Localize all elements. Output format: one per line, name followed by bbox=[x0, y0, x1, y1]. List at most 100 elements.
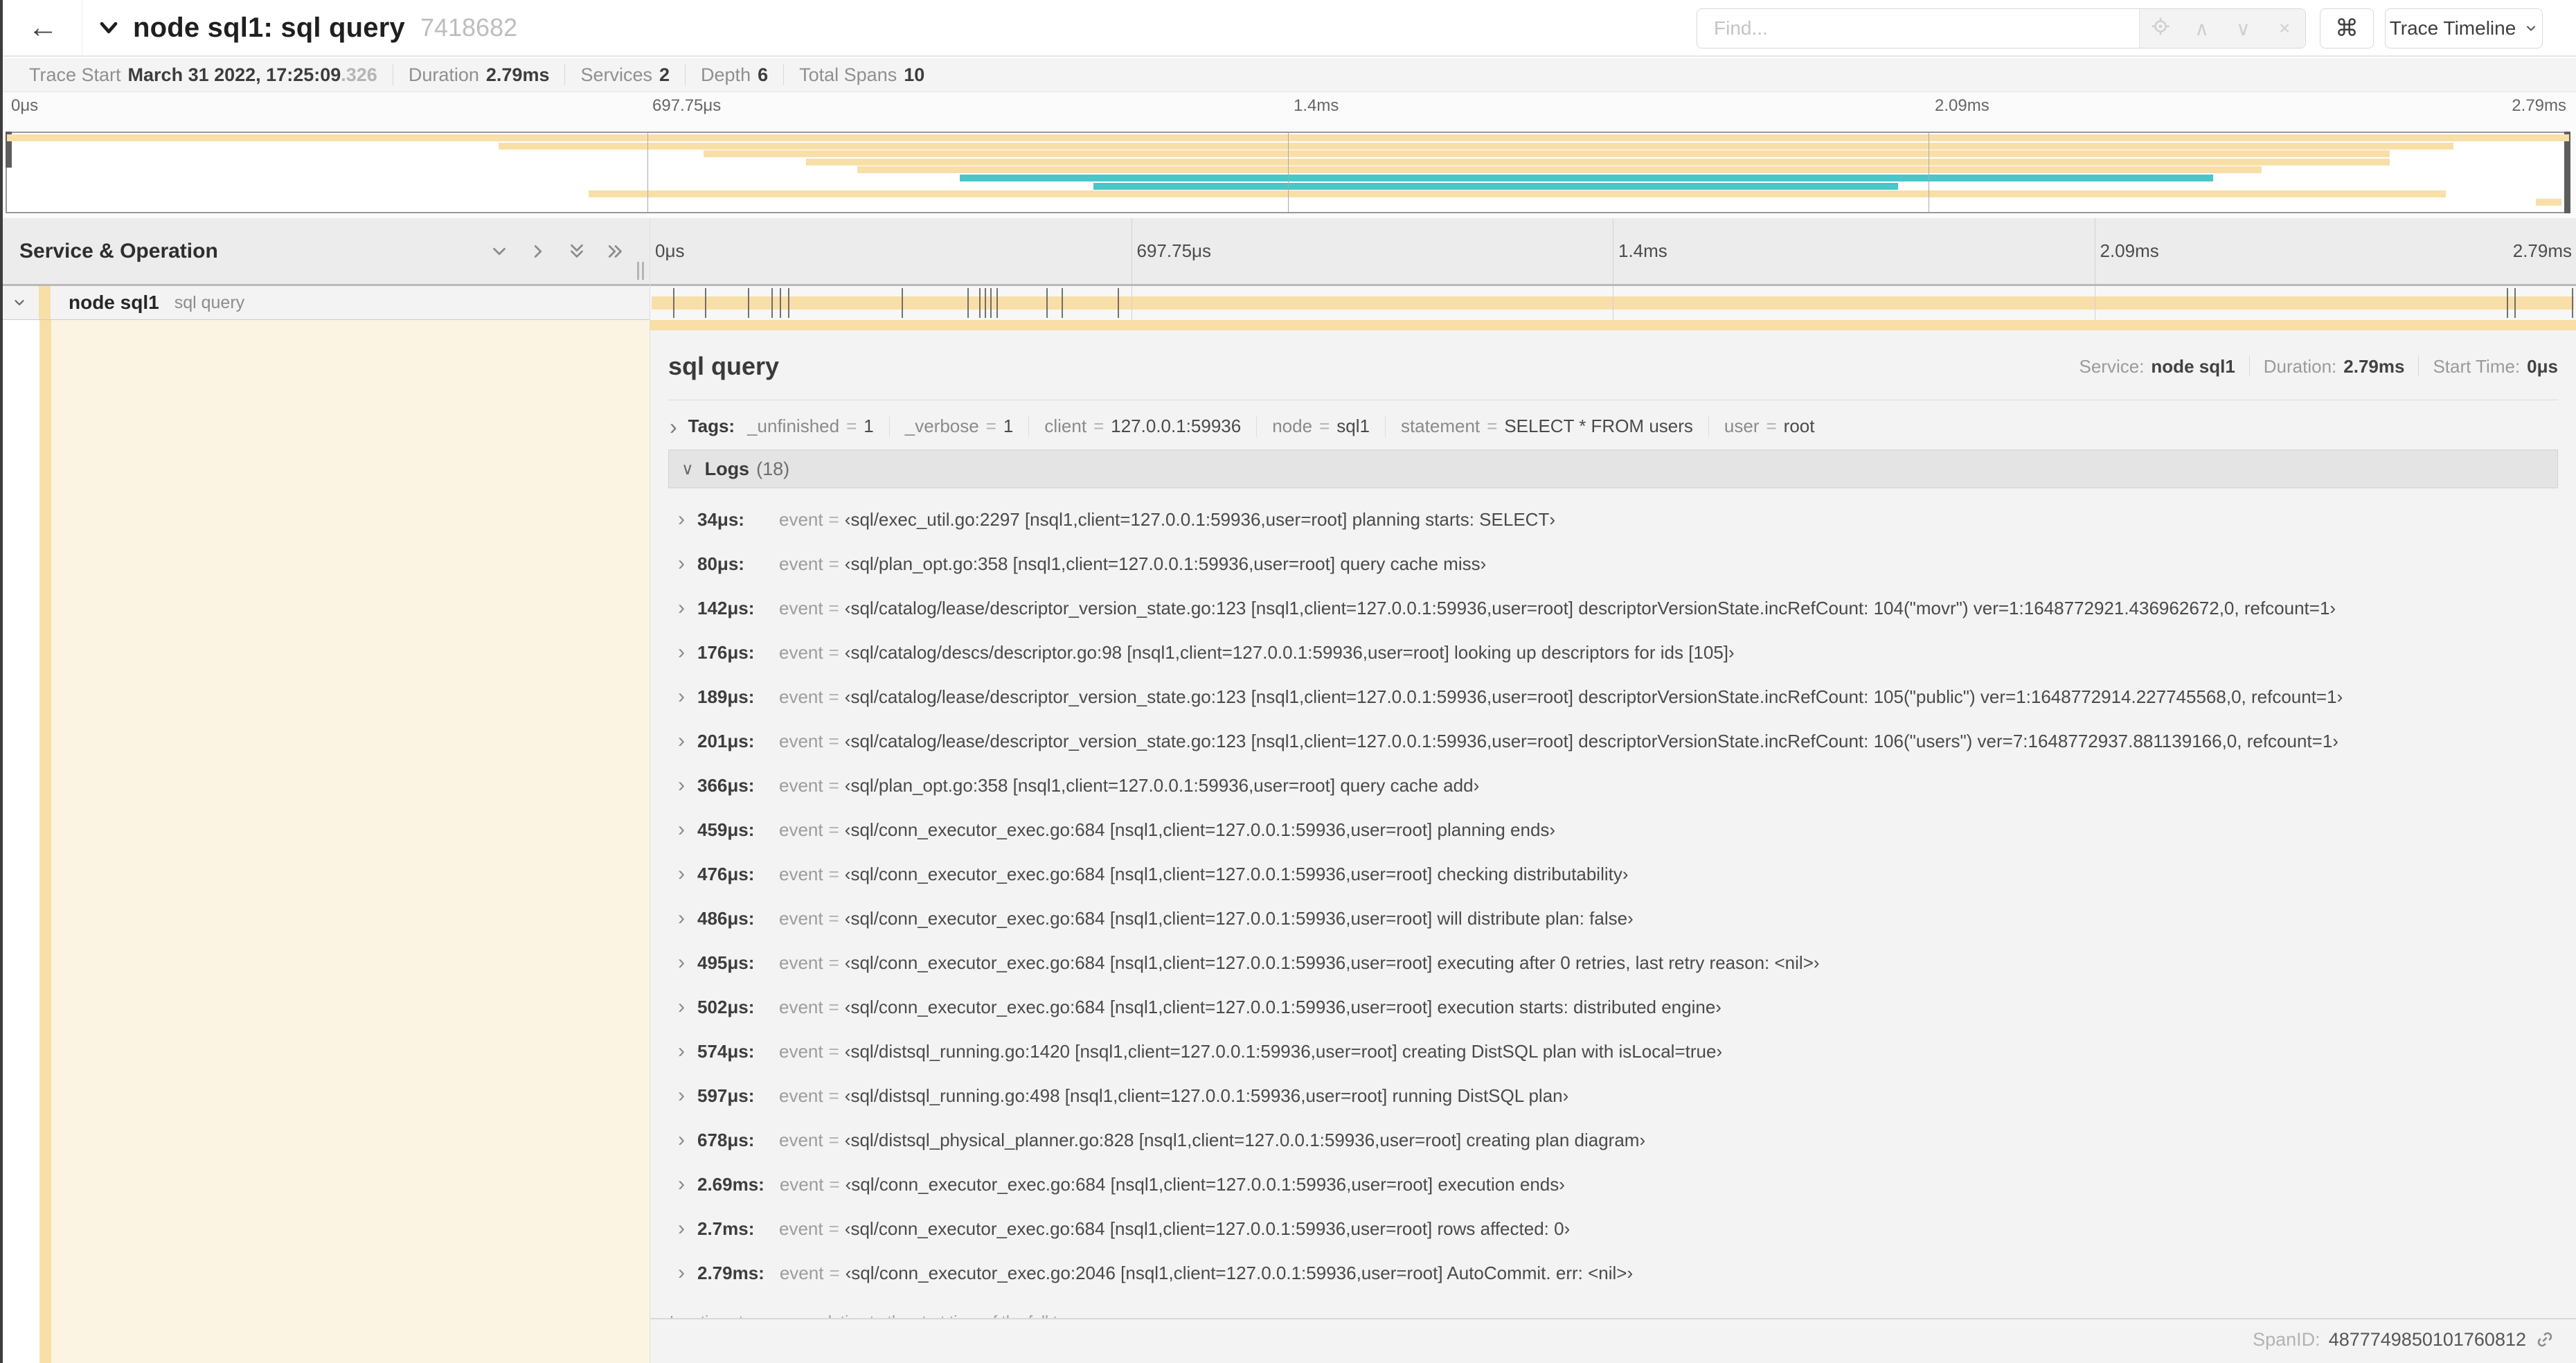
column-resize-grip[interactable] bbox=[637, 262, 648, 280]
back-button[interactable]: ← bbox=[12, 0, 73, 55]
log-entry-row[interactable]: › 189μs: event = ‹sql/catalog/lease/descript… bbox=[678, 685, 2558, 729]
collapse-one-icon[interactable] bbox=[489, 241, 510, 262]
log-entry-row[interactable]: › 597μs: event = ‹sql/distsql_running.go:498… bbox=[678, 1084, 2558, 1128]
ruler-tick-label: 0μs bbox=[11, 96, 39, 115]
log-entry-row[interactable]: › 459μs: event = ‹sql/conn_executor_exec.go:… bbox=[678, 818, 2558, 862]
log-field-key: event bbox=[779, 1263, 824, 1283]
log-timestamp: 597μs: bbox=[697, 1085, 755, 1106]
log-tick-mark bbox=[2506, 288, 2508, 318]
minimap-right-drag-handle[interactable] bbox=[2564, 132, 2570, 213]
log-entry-row[interactable]: › 486μs: event = ‹sql/conn_executor_exec.go:… bbox=[678, 907, 2558, 951]
keyboard-shortcuts-button[interactable]: ⌘ bbox=[2320, 8, 2374, 48]
service-operation-header: Service & Operation bbox=[0, 218, 650, 284]
tag-pair[interactable]: client = 127.0.0.1:59936 bbox=[1028, 416, 1256, 437]
log-entry-row[interactable]: › 80μs: event = ‹sql/plan_opt.go:358 [nsql1,… bbox=[678, 552, 2558, 596]
chevron-right-icon: › bbox=[678, 508, 685, 531]
tag-key: client bbox=[1044, 416, 1087, 436]
log-field-value: ‹sql/catalog/lease/descriptor_version_st… bbox=[844, 686, 2343, 707]
tag-pair[interactable]: node = sql1 bbox=[1256, 416, 1385, 437]
expand-one-icon[interactable] bbox=[528, 241, 548, 262]
view-selector-button[interactable]: Trace Timeline bbox=[2385, 8, 2543, 48]
log-entry-row[interactable]: › 2.79ms: event = ‹sql/conn_executor_exec.go… bbox=[678, 1261, 2558, 1306]
ruler-tick-label: 2.09ms bbox=[1935, 96, 1989, 115]
log-entry-row[interactable]: › 495μs: event = ‹sql/conn_executor_exec.go:… bbox=[678, 951, 2558, 995]
equals-sign: = bbox=[1487, 416, 1498, 436]
log-entry-row[interactable]: › 502μs: event = ‹sql/conn_executor_exec.go:… bbox=[678, 995, 2558, 1040]
equals-sign: = bbox=[828, 1041, 839, 1062]
tag-value: 1 bbox=[1003, 416, 1014, 436]
equals-sign: = bbox=[1093, 416, 1104, 436]
log-field-key: event bbox=[779, 775, 823, 796]
chevron-right-icon: › bbox=[678, 1084, 685, 1107]
find-input[interactable] bbox=[1697, 9, 2139, 48]
duration-item: Duration 2.79ms bbox=[393, 64, 566, 85]
find-controls: ∧ ∨ × bbox=[2139, 9, 2305, 48]
log-entry-row[interactable]: › 476μs: event = ‹sql/conn_executor_exec.go:… bbox=[678, 862, 2558, 907]
log-timestamp: 476μs: bbox=[697, 864, 755, 884]
services-item: Services 2 bbox=[565, 64, 686, 85]
log-tick-mark bbox=[2572, 288, 2574, 318]
span-name-cell[interactable]: node sql1 sql query bbox=[0, 286, 650, 320]
log-tick-mark bbox=[1062, 288, 1064, 318]
log-field-value: ‹sql/plan_opt.go:358 [nsql1,client=127.0… bbox=[844, 553, 1487, 574]
log-entry-row[interactable]: › 201μs: event = ‹sql/catalog/lease/descript… bbox=[678, 729, 2558, 774]
span-collapse-chevron-icon[interactable] bbox=[0, 295, 39, 310]
log-field-value: ‹sql/catalog/lease/descriptor_version_st… bbox=[844, 731, 2338, 751]
log-tick-mark bbox=[990, 288, 992, 318]
span-detail-title: sql query bbox=[668, 352, 780, 380]
log-field-value: ‹sql/conn_executor_exec.go:684 [nsql1,cl… bbox=[844, 864, 1629, 884]
ruler-tick-label: 0μs bbox=[655, 240, 685, 261]
log-entry-row[interactable]: › 2.7ms: event = ‹sql/conn_executor_exec.go:… bbox=[678, 1217, 2558, 1261]
tags-label: Tags: bbox=[688, 416, 735, 436]
tags-accordion[interactable]: › Tags: _unfinished = 1 _verbose = 1 client = 12… bbox=[670, 416, 2558, 438]
logs-accordion-header[interactable]: ∨ Logs (18) bbox=[668, 449, 2558, 488]
minimap-span-bar bbox=[704, 150, 2390, 158]
tag-pair[interactable]: user = root bbox=[1708, 416, 1830, 437]
log-entry-row[interactable]: › 34μs: event = ‹sql/exec_util.go:2297 [nsql… bbox=[678, 508, 2558, 552]
log-entry-row[interactable]: › 142μs: event = ‹sql/catalog/lease/descript… bbox=[678, 596, 2558, 641]
equals-sign: = bbox=[828, 864, 839, 884]
log-timestamp: 201μs: bbox=[697, 731, 755, 751]
log-entry-row[interactable]: › 678μs: event = ‹sql/distsql_physical_plann… bbox=[678, 1128, 2558, 1173]
span-detail-header: sql query Service: node sql1 Duration: 2… bbox=[668, 337, 2558, 395]
ruler-tick-label: 1.4ms bbox=[1294, 96, 1339, 115]
log-timestamp: 495μs: bbox=[697, 952, 755, 973]
log-field-value: ‹sql/conn_executor_exec.go:684 [nsql1,cl… bbox=[844, 1218, 1571, 1239]
log-field-value: ‹sql/exec_util.go:2297 [nsql1,client=127… bbox=[844, 509, 1555, 530]
tag-pair[interactable]: _verbose = 1 bbox=[888, 416, 1029, 437]
log-entry-row[interactable]: › 176μs: event = ‹sql/catalog/descs/descript… bbox=[678, 641, 2558, 685]
log-field-key: event bbox=[779, 908, 823, 929]
span-detail-card: sql query Service: node sql1 Duration: 2… bbox=[650, 330, 2576, 1319]
locate-icon[interactable] bbox=[2145, 16, 2176, 42]
collapse-all-icon[interactable] bbox=[566, 241, 587, 262]
tag-value: root bbox=[1783, 416, 1815, 436]
equals-sign: = bbox=[828, 686, 839, 707]
log-entry-row[interactable]: › 574μs: event = ‹sql/distsql_running.go:142… bbox=[678, 1040, 2558, 1084]
log-tick-mark bbox=[1118, 288, 1120, 318]
minimap-span-bar bbox=[1093, 182, 1898, 190]
deep-link-icon[interactable] bbox=[2534, 1329, 2555, 1350]
tag-pair[interactable]: _unfinished = 1 bbox=[747, 416, 889, 437]
trace-id: 7418682 bbox=[420, 13, 518, 42]
log-timestamp: 176μs: bbox=[697, 642, 755, 663]
equals-sign: = bbox=[1319, 416, 1330, 436]
find-prev-icon[interactable]: ∧ bbox=[2187, 17, 2217, 40]
span-id-row: SpanID: 4877749850101760812 bbox=[650, 1321, 2576, 1357]
minimap-canvas[interactable] bbox=[6, 132, 2570, 213]
services-label: Services bbox=[580, 64, 652, 85]
log-entry-row[interactable]: › 366μs: event = ‹sql/plan_opt.go:358 [nsql1… bbox=[678, 774, 2558, 818]
find-clear-icon[interactable]: × bbox=[2269, 17, 2300, 39]
log-timestamp: 486μs: bbox=[697, 908, 755, 929]
log-field-value: ‹sql/plan_opt.go:358 [nsql1,client=127.0… bbox=[844, 775, 1480, 796]
tag-pair[interactable]: statement = SELECT * FROM users bbox=[1384, 416, 1708, 437]
expand-all-icon[interactable] bbox=[605, 241, 626, 262]
find-next-icon[interactable]: ∨ bbox=[2228, 17, 2258, 40]
collapse-trace-chevron-icon[interactable] bbox=[97, 16, 120, 39]
duration-value: 2.79ms bbox=[2343, 355, 2405, 377]
window-left-edge bbox=[0, 0, 3, 1363]
ruler-tick-label: 1.4ms bbox=[1618, 240, 1667, 261]
log-timestamp: 366μs: bbox=[697, 775, 755, 796]
log-entry-row[interactable]: › 2.69ms: event = ‹sql/conn_executor_exec.go… bbox=[678, 1173, 2558, 1217]
chevron-right-icon: › bbox=[678, 862, 685, 885]
equals-sign: = bbox=[828, 1130, 839, 1150]
